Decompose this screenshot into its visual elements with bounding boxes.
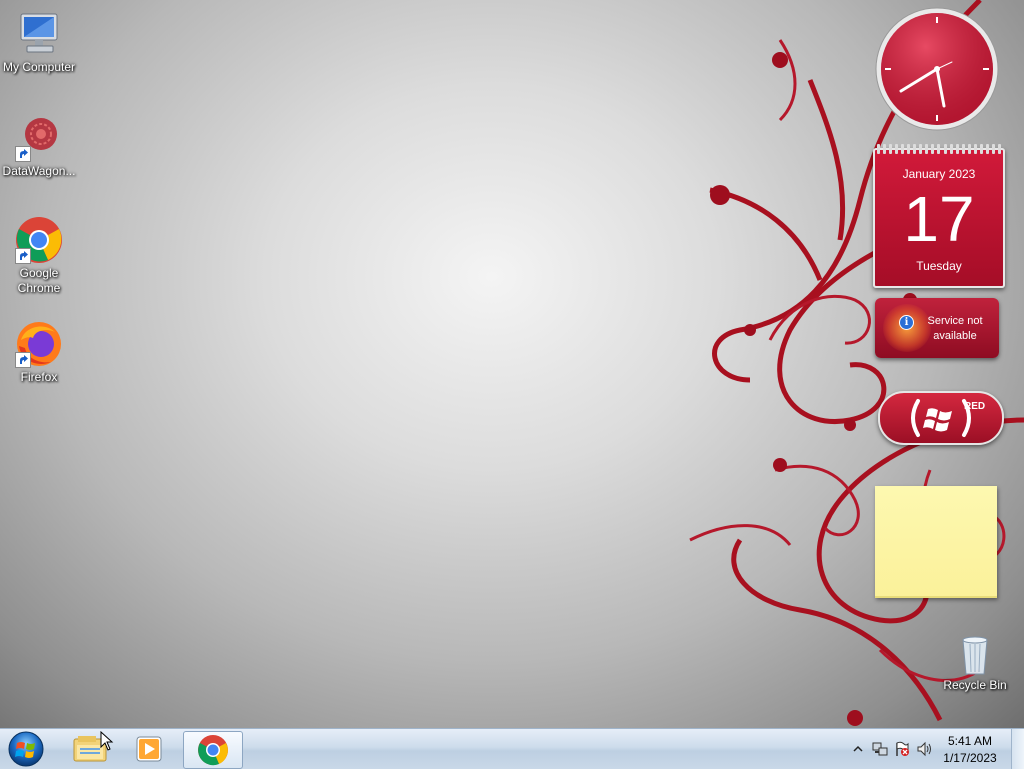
taskbar: 5:41 AM 1/17/2023 (0, 728, 1024, 769)
red-label: RED (964, 401, 986, 412)
volume-icon[interactable] (916, 741, 932, 757)
calendar-gadget[interactable]: January 2023 17 Tuesday (873, 144, 1005, 288)
calendar-month: January 2023 (902, 167, 976, 181)
mouse-cursor-icon (100, 731, 114, 751)
desktop-icon-label: DataWagon... (2, 164, 76, 178)
taskbar-google-chrome[interactable] (183, 731, 243, 769)
action-center-flag-icon[interactable] (894, 741, 910, 757)
taskbar-media-player[interactable] (120, 731, 178, 767)
datawagon-icon (15, 114, 63, 162)
weather-status-text: Service not available (927, 315, 983, 342)
desktop-icon-label: Recycle Bin (943, 678, 1007, 692)
desktop-icon-label: My Computer (2, 60, 76, 74)
weather-gadget[interactable]: i Service not available (875, 298, 999, 358)
network-icon[interactable] (872, 741, 888, 757)
desktop-icon-my-computer[interactable]: My Computer (1, 10, 77, 75)
info-icon: i (899, 315, 914, 330)
calendar-binding-rings (877, 144, 1001, 154)
chrome-icon (15, 216, 63, 264)
start-button[interactable] (4, 730, 48, 768)
calendar-weekday: Tuesday (916, 259, 962, 273)
recycle-bin-icon (955, 632, 995, 676)
computer-icon (15, 10, 63, 58)
desktop-icon-google-chrome[interactable]: Google Chrome (1, 216, 77, 296)
desktop: My Computer DataWagon... Google Chrome F… (0, 0, 1024, 728)
desktop-icon-recycle-bin[interactable]: Recycle Bin (937, 632, 1013, 693)
shortcut-arrow-icon (15, 146, 31, 162)
shortcut-arrow-icon (15, 248, 31, 264)
desktop-icon-datawagon[interactable]: DataWagon... (1, 114, 77, 179)
firefox-icon (15, 320, 63, 368)
shortcut-arrow-icon (15, 352, 31, 368)
show-desktop-button[interactable] (1011, 729, 1024, 769)
calendar-day: 17 (903, 183, 975, 255)
clock-gadget[interactable] (874, 6, 1000, 132)
system-tray: 5:41 AM 1/17/2023 (834, 729, 1024, 769)
show-hidden-icons-chevron[interactable] (850, 741, 866, 757)
desktop-icon-label: Firefox (20, 370, 58, 384)
chrome-icon (198, 735, 228, 766)
taskbar-clock-time[interactable]: 5:41 AM (938, 734, 1002, 748)
desktop-icon-firefox[interactable]: Firefox (1, 320, 77, 385)
red-gadget[interactable]: RED (878, 391, 1004, 445)
taskbar-clock-date[interactable]: 1/17/2023 (938, 751, 1002, 765)
desktop-icon-label: Google Chrome (17, 266, 61, 295)
sticky-note[interactable] (875, 486, 997, 598)
media-player-icon (136, 736, 162, 762)
